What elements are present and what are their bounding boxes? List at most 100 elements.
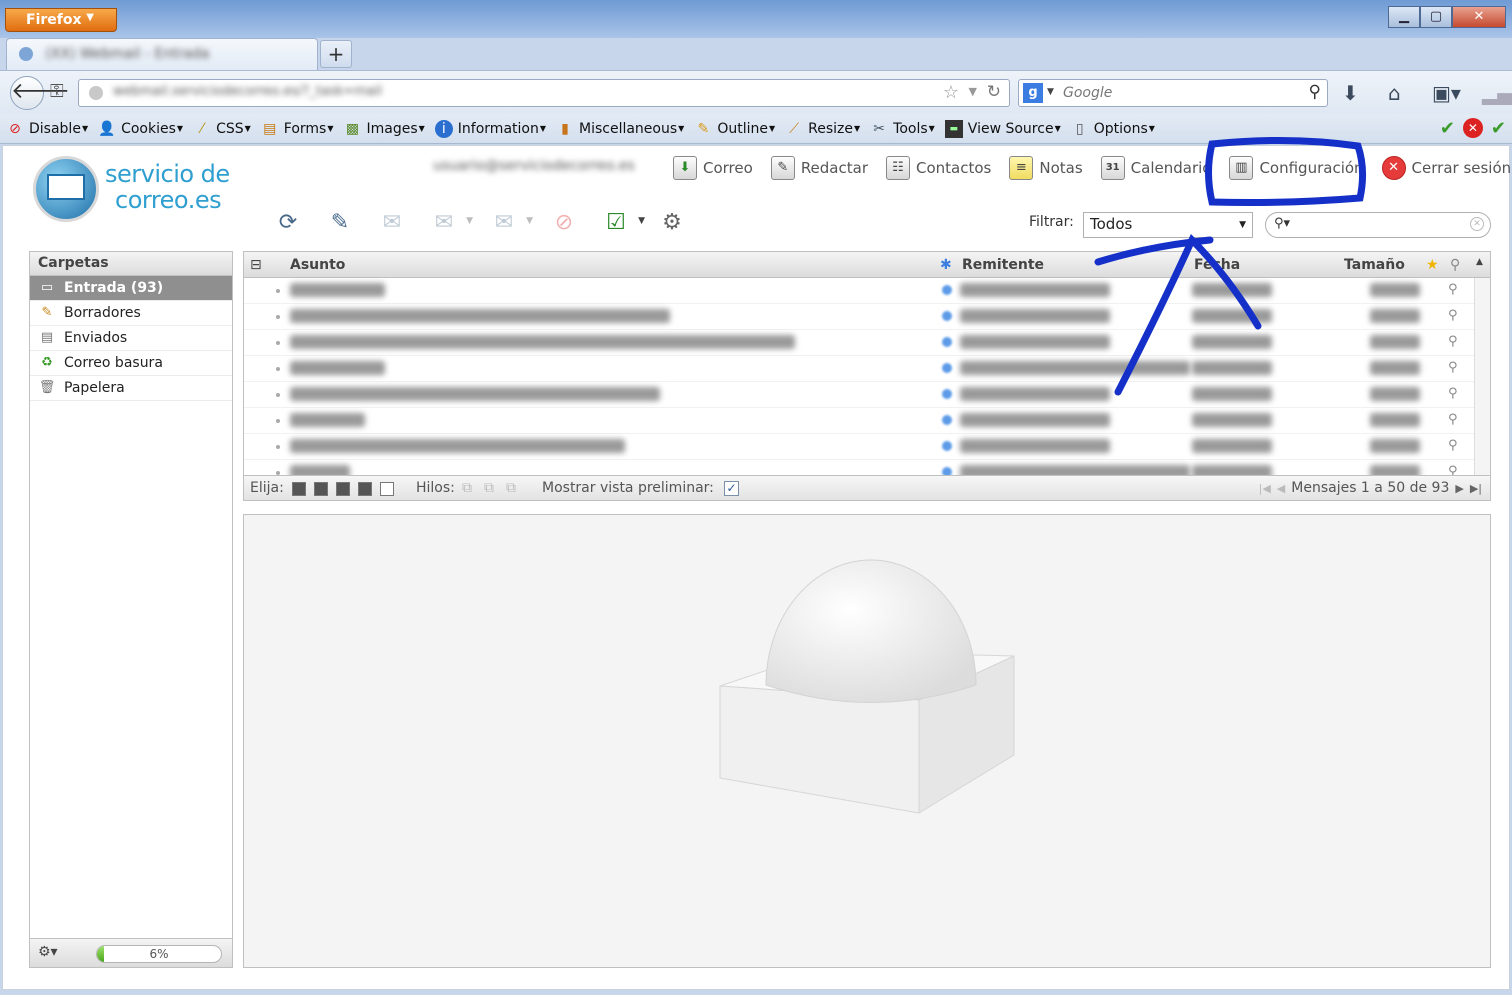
toolbar-css[interactable]: ⁄ CSS ▼ [193,120,251,138]
minimize-button[interactable]: ▁ [1388,6,1420,28]
close-window-button[interactable]: ✕ [1452,6,1506,28]
clear-search-icon[interactable]: ✕ [1470,217,1484,231]
check-icon[interactable]: ✔ [1491,118,1506,139]
folder-actions-gear-icon[interactable]: ⚙▾ [38,944,58,960]
envelope-icon [47,174,85,200]
select-unread-icon[interactable] [336,482,350,496]
column-subject[interactable]: Asunto [290,257,345,273]
back-button[interactable]: 🡐 [10,76,70,110]
search-bar[interactable]: g ▼ Google ⚲ [1018,79,1328,107]
nav-contacts[interactable]: ☷ Contactos [886,156,991,180]
scroll-up-icon[interactable]: ▲ [1476,257,1483,267]
check-icon[interactable]: ✔ [1440,118,1455,139]
folder-trash[interactable]: 🗑 Papelera [30,376,232,401]
reply-button[interactable]: ✉ [373,204,411,240]
delete-icon: ⊘ [554,209,574,235]
toolbar-view-source[interactable]: ▬ View Source ▼ [944,119,1061,138]
list-options-icon[interactable]: ⊟ [250,257,262,273]
error-icon[interactable]: ✕ [1462,118,1483,138]
search-icon[interactable]: ⚲ [1309,82,1321,102]
select-invert-icon[interactable] [358,482,372,496]
reload-icon[interactable]: ↻ [987,82,1001,102]
browser-tab[interactable]: (XX) Webmail - Entrada [6,38,318,70]
site-identity-icon[interactable] [89,86,103,100]
maximize-button[interactable]: ▢ [1420,6,1452,28]
attachment-icon[interactable]: ⚲ [1450,257,1460,273]
firefox-menu-button[interactable]: Firefox ▼ [5,8,117,32]
reply-all-button[interactable]: ✉ ▼ [425,204,473,240]
table-row[interactable]: ⚲ [244,278,1490,304]
toolbar-tools[interactable]: ✂ Tools ▼ [870,120,935,138]
thread-status-icon[interactable]: ✱ [940,257,952,273]
nav-mail[interactable]: ⬇ Correo [673,156,753,180]
next-page-icon[interactable]: ▶ [1455,482,1463,495]
prev-page-icon[interactable]: ◀ [1277,482,1285,495]
more-actions-button[interactable]: ⚙ [653,204,691,240]
nav-calendar[interactable]: 31 Calendario [1100,156,1211,180]
folder-drafts[interactable]: ✎ Borradores [30,301,232,326]
nav-compose[interactable]: ✎ Redactar [770,156,868,180]
toolbar-forms[interactable]: ▤ Forms ▼ [261,120,333,138]
compose-button[interactable]: ✎ [321,204,359,240]
preview-checkbox[interactable]: ✓ [724,481,739,496]
history-dropdown-icon[interactable]: ▼ [969,85,977,98]
table-row[interactable]: ⚲ [244,304,1490,330]
bookmark-star-icon[interactable]: ☆ [943,82,959,103]
first-page-icon[interactable]: |◀ [1259,482,1271,495]
toolbar-cookies[interactable]: 👤 Cookies ▼ [98,120,183,138]
home-icon[interactable]: ⌂ [1388,81,1401,105]
status-icon [942,285,952,295]
download-icon[interactable]: ⬇ [1342,81,1359,105]
new-tab-button[interactable]: + [320,40,352,68]
select-none-icon[interactable] [380,482,394,496]
select-all-icon[interactable] [292,482,306,496]
table-row[interactable]: ⚲ [244,382,1490,408]
toolbar-miscellaneous[interactable]: ▮ Miscellaneous ▼ [556,120,684,138]
mark-button[interactable]: ☑ ▼ [597,204,645,240]
delete-button[interactable]: ⊘ [545,204,583,240]
select-page-icon[interactable] [314,482,328,496]
folder-inbox[interactable]: ▭ Entrada (93) [30,276,232,301]
bookmarks-menu-icon[interactable]: ▣▾ [1432,81,1461,105]
search-icon[interactable]: ⚲▾ [1274,216,1290,231]
message-list-scrollbar[interactable] [1474,278,1490,500]
toolbar-disable[interactable]: ⊘ Disable ▼ [6,120,88,138]
folder-junk[interactable]: ♻ Correo basura [30,351,232,376]
forms-icon: ▤ [263,120,277,137]
toolbar-outline[interactable]: ✎ Outline ▼ [694,120,775,138]
toolbar-options[interactable]: ▯ Options ▼ [1071,120,1155,138]
engine-dropdown-icon[interactable]: ▼ [1047,87,1054,97]
last-page-icon[interactable]: ▶| [1470,482,1482,495]
table-row[interactable]: ⚲ [244,408,1490,434]
flag-star-icon[interactable]: ★ [1426,257,1439,273]
expand-threads-icon[interactable]: ⧉ [462,480,472,496]
folder-sent[interactable]: ▤ Enviados [30,326,232,351]
column-from[interactable]: Remitente [962,257,1044,273]
table-row[interactable]: ⚲ [244,434,1490,460]
expand-unread-icon[interactable]: ⧉ [484,480,494,496]
nav-settings[interactable]: ▥ Configuración [1229,156,1364,180]
chevron-down-icon[interactable]: ▼ [526,216,533,226]
table-row[interactable]: ⚲ [244,356,1490,382]
toolbar-images[interactable]: ▩ Images ▼ [344,120,425,138]
key-icon[interactable]: ⚿ [50,81,64,102]
forward-button[interactable]: ✉ ▼ [485,204,533,240]
collapse-threads-icon[interactable]: ⧉ [506,480,516,496]
column-size[interactable]: Tamaño [1344,257,1405,273]
table-row[interactable]: ⚲ [244,330,1490,356]
nav-notes[interactable]: ≡ Notas [1009,156,1083,180]
column-date[interactable]: Fecha [1194,257,1240,273]
check-mail-button[interactable]: ⟳ [269,204,307,240]
chevron-down-icon[interactable]: ▼ [466,216,473,226]
google-engine-icon[interactable]: g [1023,83,1043,103]
url-bar[interactable]: webmail.serviciodecorreo.es/?_task=mail … [78,79,1010,107]
toolbar-information[interactable]: i Information ▼ [434,119,546,138]
toolbar-resize[interactable]: ⟋ Resize ▼ [785,120,860,138]
nav-logout[interactable]: ✕ Cerrar sesión [1381,156,1511,180]
quick-search-input[interactable]: ⚲▾ ✕ [1265,212,1491,238]
chevron-down-icon[interactable]: ▼ [638,216,645,226]
folder-label: Enviados [64,330,128,346]
filter-select[interactable]: Todos ▼ [1083,212,1253,238]
webmail-page: servicio de correo.es usuario@serviciode… [2,145,1511,990]
logo[interactable]: servicio de correo.es [33,154,243,224]
